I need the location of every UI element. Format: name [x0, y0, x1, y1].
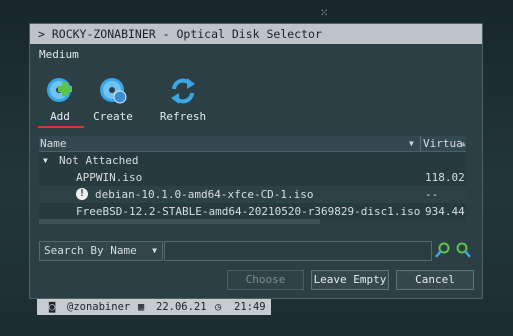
selected-tool-indicator	[38, 126, 84, 128]
choose-button[interactable]: Choose	[227, 270, 304, 290]
sort-indicator-icon: ▼	[409, 139, 414, 148]
search-mode-label: Search By Name	[44, 244, 137, 257]
scroll-up-arrow-icon[interactable]: ▲	[461, 139, 466, 148]
column-header-virtual-size[interactable]: Virtua	[423, 136, 463, 151]
taskbar-user: @zonabiner	[67, 301, 131, 313]
disk-name: FreeBSD-12.2-STABLE-amd64-20210520-r3698…	[76, 205, 421, 218]
calendar-icon: ▦	[138, 301, 145, 313]
cancel-button[interactable]: Cancel	[396, 270, 474, 290]
horizontal-scrollbar-thumb[interactable]	[39, 219, 320, 224]
warning-icon: !	[76, 188, 88, 200]
list-item[interactable]: APPWIN.iso 118.02	[39, 169, 466, 186]
disk-name: APPWIN.iso	[76, 171, 143, 184]
group-label: Not Attached	[59, 154, 139, 167]
disk-name: debian-10.1.0-amd64-xfce-CD-1.iso	[95, 188, 314, 201]
refresh-button[interactable]: Refresh	[156, 76, 210, 123]
camera-icon: ◙	[49, 301, 56, 313]
disk-virtual-size: 118.02	[425, 171, 465, 184]
disk-list[interactable]: Name ▼ Virtua ▼ Not Attached APPWIN.iso …	[39, 136, 466, 224]
refresh-icon	[168, 76, 198, 106]
disk-virtual-size: --	[425, 188, 439, 201]
list-header: Name ▼ Virtua	[39, 136, 466, 152]
search-backward-icon[interactable]	[455, 242, 472, 259]
chevron-down-icon: ▼	[152, 246, 157, 255]
leave-empty-button[interactable]: Leave Empty	[311, 270, 389, 290]
disk-add-icon	[45, 76, 75, 106]
section-label: Medium	[39, 48, 79, 61]
create-button[interactable]: Create	[90, 76, 136, 123]
taskbar-date: 22.06.21	[156, 301, 207, 313]
status-bar: ◙ @zonabiner ▦ 22.06.21 ◷ 21:49	[37, 299, 271, 315]
create-label: Create	[93, 110, 133, 123]
optical-disk-selector-dialog: > ROCKY-ZONABINER - Optical Disk Selecto…	[29, 23, 483, 299]
expand-arrow-icon[interactable]: ▼	[43, 153, 48, 169]
disk-virtual-size: 934.44	[425, 205, 465, 218]
column-divider[interactable]	[420, 136, 421, 151]
disk-create-icon	[98, 76, 128, 106]
search-forward-icon[interactable]	[434, 242, 451, 259]
search-input[interactable]	[164, 241, 432, 261]
list-item[interactable]: ! debian-10.1.0-amd64-xfce-CD-1.iso --	[39, 186, 466, 203]
taskbar-time: 21:49	[234, 301, 266, 313]
refresh-label: Refresh	[159, 110, 207, 123]
clock-icon: ◷	[215, 301, 222, 313]
window-title[interactable]: > ROCKY-ZONABINER - Optical Disk Selecto…	[30, 24, 482, 44]
desktop-widget-icon: ⁙	[320, 8, 329, 19]
list-item[interactable]: FreeBSD-12.2-STABLE-amd64-20210520-r3698…	[39, 203, 466, 220]
add-button[interactable]: Add	[40, 76, 80, 123]
column-header-name[interactable]: Name	[40, 136, 67, 151]
add-label: Add	[50, 110, 70, 123]
search-mode-select[interactable]: Search By Name ▼	[39, 241, 163, 261]
